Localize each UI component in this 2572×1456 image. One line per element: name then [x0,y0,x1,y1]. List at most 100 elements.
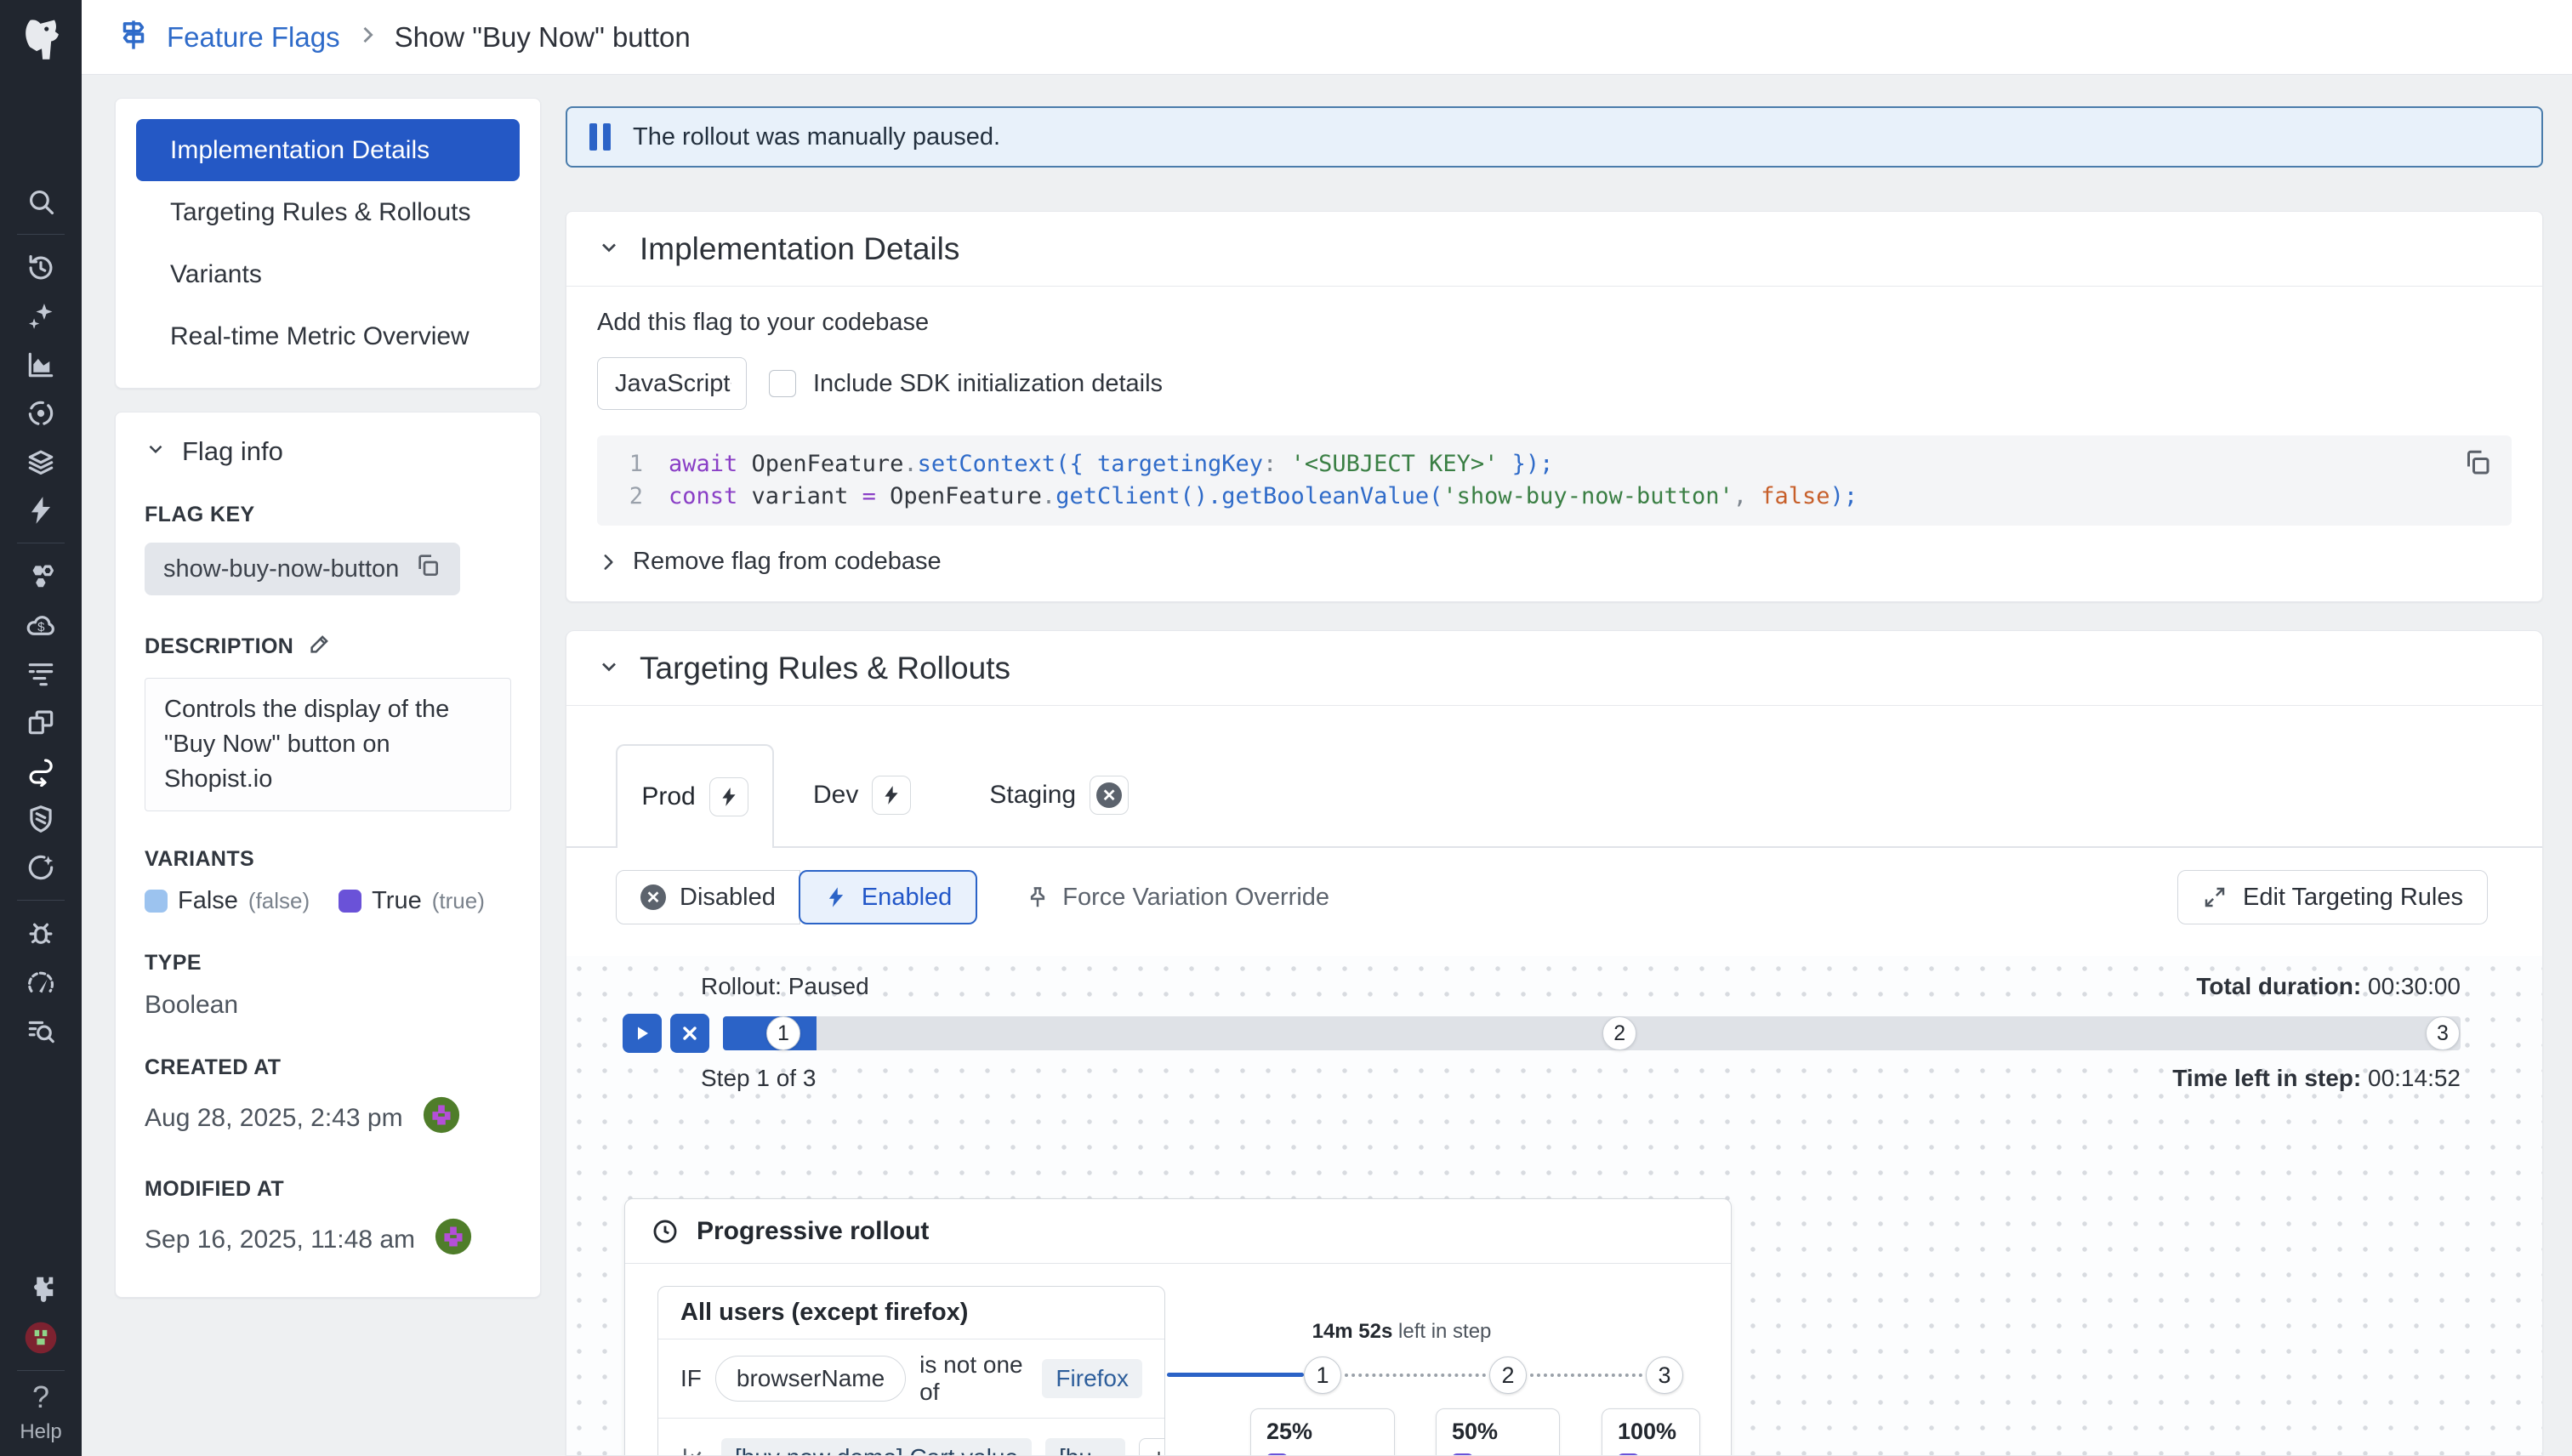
timeline-step-2[interactable]: 2 [1489,1356,1527,1394]
browser-windows-icon[interactable] [0,697,82,746]
edit-pencil-icon[interactable] [307,631,333,663]
cloud-cost-icon[interactable]: $ [0,600,82,649]
breadcrumb-feature-flags[interactable]: Feature Flags [167,21,340,54]
rollout-status-row: Rollout: Paused Total duration: 00:30:00 [623,973,2461,1000]
flag-key-value: show-buy-now-button [163,555,400,583]
rollout-step-marker-3[interactable]: 3 [2426,1016,2460,1050]
lightning-icon[interactable] [0,486,82,534]
help-button[interactable]: ? Help [20,1379,61,1444]
code-line: 2 const variant = OpenFeature.getClient(… [619,481,2489,513]
help-label: Help [20,1420,62,1443]
feature-flags-signpost-icon [116,17,151,57]
puzzle-icon[interactable] [0,1265,82,1313]
value-chip[interactable]: Firefox [1042,1359,1142,1398]
step-indicator: Step 1 of 3 [701,1065,817,1091]
targeting-rules-title: Targeting Rules & Rollouts [640,650,1010,685]
shield-icon[interactable] [0,794,82,843]
remove-flag-toggle[interactable]: Remove flag from codebase [597,548,2512,576]
hexagons-icon[interactable] [0,552,82,600]
flag-key-chip[interactable]: show-buy-now-button [145,543,461,595]
timeline-step-1[interactable]: 1 [1304,1356,1341,1394]
history-icon[interactable] [0,243,82,292]
help-icon: ? [31,1379,49,1414]
workspace-avatar[interactable] [0,1313,82,1362]
play-button[interactable] [623,1014,662,1053]
nav-item-implementation-details[interactable]: Implementation Details [136,119,520,181]
variant-false: False (false) [145,887,310,915]
created-at-label: CREATED AT [145,1055,282,1079]
metric-chip-more[interactable]: +1 [1139,1437,1164,1455]
clock-sparkle-icon[interactable] [0,843,82,891]
search-icon[interactable] [0,177,82,225]
target-circle-icon[interactable] [0,389,82,437]
disabled-button[interactable]: ✕ Disabled [616,870,800,924]
bug-icon[interactable] [0,909,82,958]
rollout-step-marker-1[interactable]: 1 [766,1016,800,1050]
tab-prod-label: Prod [641,782,696,810]
timeline-step-3[interactable]: 3 [1646,1356,1683,1394]
nav-item-variants[interactable]: Variants [136,243,520,305]
rollout-step-card-3[interactable]: 100% True [1602,1408,1700,1455]
stop-rollout-button[interactable] [670,1014,709,1053]
sdk-init-checkbox[interactable] [769,370,796,397]
modified-at-value: Sep 16, 2025, 11:48 am [145,1226,416,1254]
metric-chip-secondary[interactable]: [bu... [1045,1437,1126,1455]
datadog-logo-icon[interactable] [0,0,82,82]
log-lines-icon[interactable] [0,649,82,697]
edit-targeting-rules-button[interactable]: Edit Targeting Rules [2177,870,2488,924]
variant-true-swatch [339,890,362,913]
metric-chip-primary[interactable]: [buy now demo] Cart value [721,1437,1033,1455]
force-variation-override[interactable]: Force Variation Override [1025,884,1329,912]
expand-icon [2205,887,2225,907]
enabled-button[interactable]: Enabled [798,870,978,924]
targeting-rules-header[interactable]: Targeting Rules & Rollouts [566,631,2542,706]
rollout-step-marker-2[interactable]: 2 [1602,1016,1637,1050]
chevron-right-icon [604,554,613,570]
left-column: Implementation Details Targeting Rules &… [115,98,541,1298]
creator-avatar[interactable] [422,1095,461,1141]
x-icon [683,1027,697,1040]
section-nav: Implementation Details Targeting Rules &… [115,98,541,389]
copy-icon[interactable] [414,552,441,586]
log-search-icon[interactable] [0,1006,82,1055]
language-select[interactable]: JavaScript [597,357,747,410]
prod-tab-panel: ✕ Disabled Enabled Force Variation Overr… [566,846,2542,1455]
nav-item-realtime-metric[interactable]: Real-time Metric Overview [136,305,520,367]
pushpin-icon [1031,887,1045,907]
tab-dev[interactable]: Dev [774,744,950,846]
step-variant-row: True 25% [1266,1451,1394,1455]
gauge-icon[interactable] [0,958,82,1006]
sdk-init-checkbox-label: Include SDK initialization details [813,369,1164,397]
layers-icon[interactable] [0,437,82,486]
rollout-step-card-2[interactable]: 50% True 50% [1436,1408,1579,1455]
rule-metrics-row: [buy now demo] Cart value [bu... +1 [658,1418,1164,1455]
modified-at-label: MODIFIED AT [145,1177,285,1201]
rollout-progress-track[interactable]: 1 2 3 [723,1016,2461,1050]
description-label-row: DESCRIPTION [145,631,511,663]
rollout-step-card-1[interactable]: 25% True 25% [1250,1408,1395,1455]
chevron-down-icon [597,231,621,267]
modifier-avatar[interactable] [434,1217,473,1263]
attribute-pill[interactable]: browserName [714,1356,907,1402]
clock-icon [653,1220,677,1243]
pipeline-icon[interactable] [0,746,82,794]
true-variant-swatch [1618,1453,1639,1455]
breadcrumb-chevron-icon [356,23,379,51]
variant-false-name: False [178,887,238,914]
progressive-rollout-card: Progressive rollout All users (except fi… [624,1198,1732,1455]
remove-flag-label: Remove flag from codebase [633,548,942,575]
implementation-details-header[interactable]: Implementation Details [566,212,2542,287]
sparkles-ai-icon[interactable] [0,292,82,340]
nav-item-targeting-rules[interactable]: Targeting Rules & Rollouts [136,181,520,243]
rollout-canvas: Rollout: Paused Total duration: 00:30:00 [566,956,2542,1455]
enabled-label: Enabled [861,883,953,911]
flag-info-header[interactable]: Flag info [145,436,511,467]
tab-staging[interactable]: Staging ✕ [950,744,1168,846]
area-chart-icon[interactable] [0,340,82,389]
step-variant-weight: 50% [1537,1452,1579,1455]
true-variant-swatch [1266,1453,1288,1455]
implementation-details-card: Implementation Details Add this flag to … [566,211,2543,602]
implementation-details-title: Implementation Details [640,230,960,266]
copy-code-icon[interactable] [2462,447,2493,487]
tab-prod[interactable]: Prod [616,744,774,848]
